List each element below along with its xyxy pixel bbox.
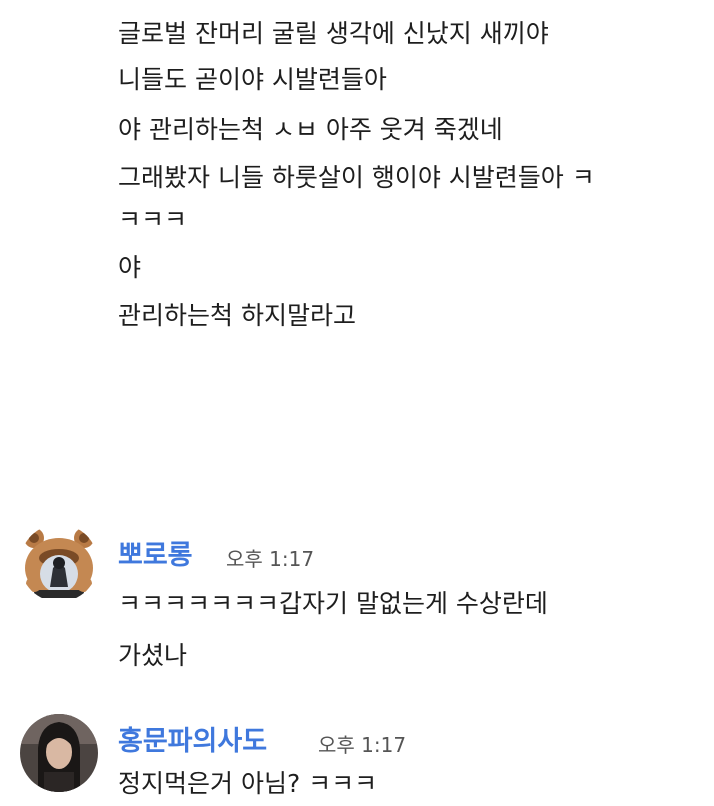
message-line: ㅋㅋㅋ xyxy=(118,205,188,234)
message-line: 야 xyxy=(118,253,142,282)
timestamp: 오후 1:17 xyxy=(318,733,407,757)
message-line: 니들도 곧이야 시발련들아 xyxy=(118,65,387,94)
message-line: 관리하는척 하지말라고 xyxy=(118,301,356,330)
sender-name[interactable]: 뽀로롱 xyxy=(118,538,193,574)
bear-avatar-icon xyxy=(20,524,98,602)
timestamp: 오후 1:17 xyxy=(226,547,315,571)
message-line: 글로벌 잔머리 굴릴 생각에 신났지 새끼야 xyxy=(118,19,549,48)
sender-name[interactable]: 홍문파의사도 xyxy=(118,724,267,760)
message-line: 그래봤자 니들 하룻살이 행이야 시발련들아 ㅋ xyxy=(118,163,595,192)
message-line: 야 관리하는척 ㅅㅂ 아주 웃겨 죽겠네 xyxy=(118,115,503,144)
message-line: 정지먹은거 아님? ㅋㅋㅋ xyxy=(118,769,378,798)
avatar[interactable] xyxy=(20,714,98,792)
message-line: ㅋㅋㅋㅋㅋㅋㅋ갑자기 말없는게 수상란데 xyxy=(118,589,548,618)
person-avatar-icon xyxy=(20,714,98,792)
avatar[interactable] xyxy=(20,524,98,602)
chat-view: 글로벌 잔머리 굴릴 생각에 신났지 새끼야 니들도 곧이야 시발련들아 야 관… xyxy=(0,0,714,806)
message-line: 가셨나 xyxy=(118,641,188,670)
